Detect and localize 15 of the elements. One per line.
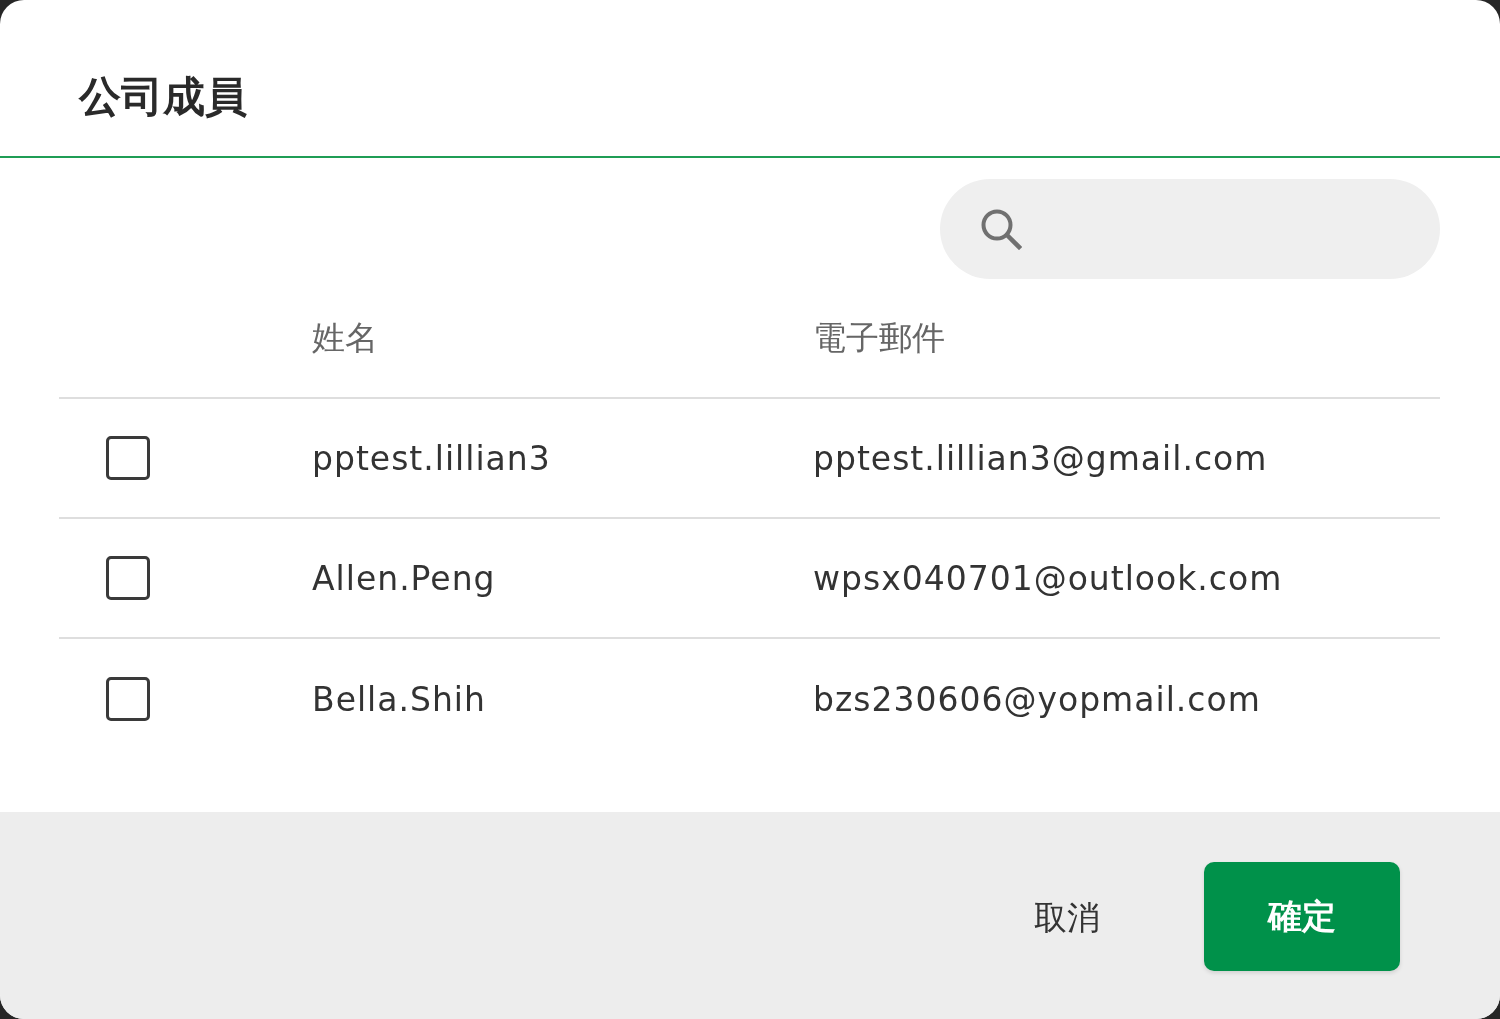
name-cell: Allen.Peng: [312, 558, 496, 598]
checkbox[interactable]: [106, 556, 150, 600]
email-cell: wpsx040701@outlook.com: [813, 558, 1283, 598]
email-cell: bzs230606@yopmail.com: [813, 679, 1261, 719]
checkbox[interactable]: [106, 436, 150, 480]
column-header: 姓名: [312, 316, 378, 359]
search-icon: [980, 208, 1022, 250]
column-header: 電子郵件: [813, 316, 945, 359]
dialog-title: 公司成員: [79, 71, 247, 123]
checkbox[interactable]: [106, 677, 150, 721]
name-cell: Bella.Shih: [312, 679, 486, 719]
cancel-button[interactable]: 取消: [1028, 894, 1106, 942]
name-cell: pptest.lillian3: [312, 438, 551, 478]
email-cell: pptest.lillian3@gmail.com: [813, 438, 1268, 478]
confirm-button[interactable]: 確定: [1204, 862, 1400, 971]
